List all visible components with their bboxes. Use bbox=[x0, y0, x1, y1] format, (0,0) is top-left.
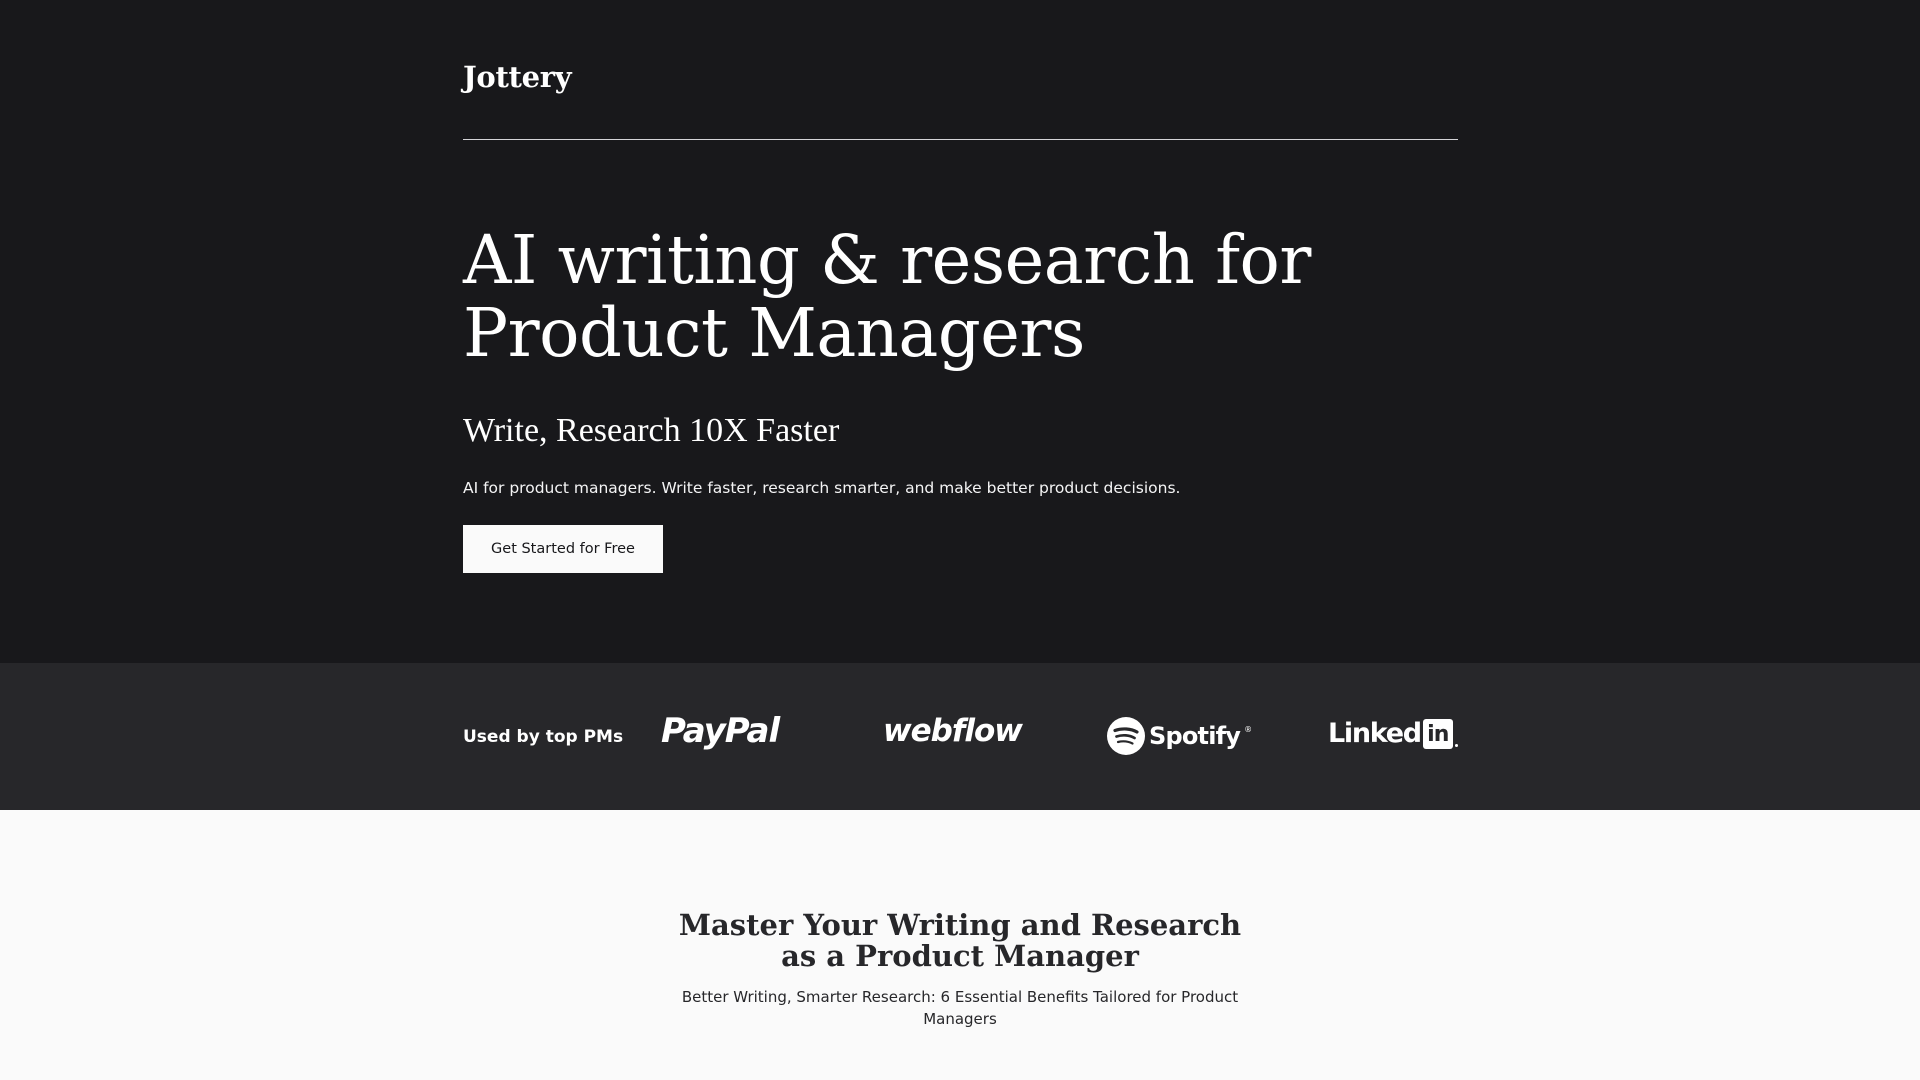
linkedin-logo: Linked in bbox=[1328, 718, 1458, 749]
spotify-registered-mark: ® bbox=[1244, 725, 1253, 734]
hero-section: Jottery AI writing & research for Produc… bbox=[0, 0, 1920, 663]
used-by-label: Used by top PMs bbox=[463, 727, 624, 747]
benefits-title: Master Your Writing and Research as a Pr… bbox=[678, 908, 1242, 973]
linkedin-wordmark: Linked bbox=[1328, 718, 1422, 749]
spotify-logo: Spotify ® bbox=[1107, 717, 1252, 755]
hero-headline: AI writing & research for Product Manage… bbox=[463, 221, 1311, 372]
top-nav: Jottery bbox=[463, 0, 1458, 140]
spotify-wordmark: Spotify bbox=[1149, 722, 1241, 750]
hero-description: AI for product managers. Write faster, r… bbox=[463, 479, 1181, 497]
hero-subheadline: Write, Research 10X Faster bbox=[463, 412, 840, 449]
social-proof-band: Used by top PMs PayPal webflow Spotify ®… bbox=[0, 663, 1920, 810]
webflow-logo: webflow bbox=[883, 713, 1023, 749]
linkedin-dot bbox=[1454, 744, 1458, 747]
spotify-icon bbox=[1107, 717, 1145, 755]
paypal-logo: PayPal bbox=[661, 711, 780, 751]
get-started-button[interactable]: Get Started for Free bbox=[463, 525, 663, 573]
benefits-subtitle: Better Writing, Smarter Research: 6 Esse… bbox=[681, 988, 1239, 1028]
linkedin-in-icon: in bbox=[1422, 718, 1453, 749]
logo[interactable]: Jottery bbox=[463, 60, 572, 94]
benefits-section: Master Your Writing and Research as a Pr… bbox=[0, 810, 1920, 1080]
